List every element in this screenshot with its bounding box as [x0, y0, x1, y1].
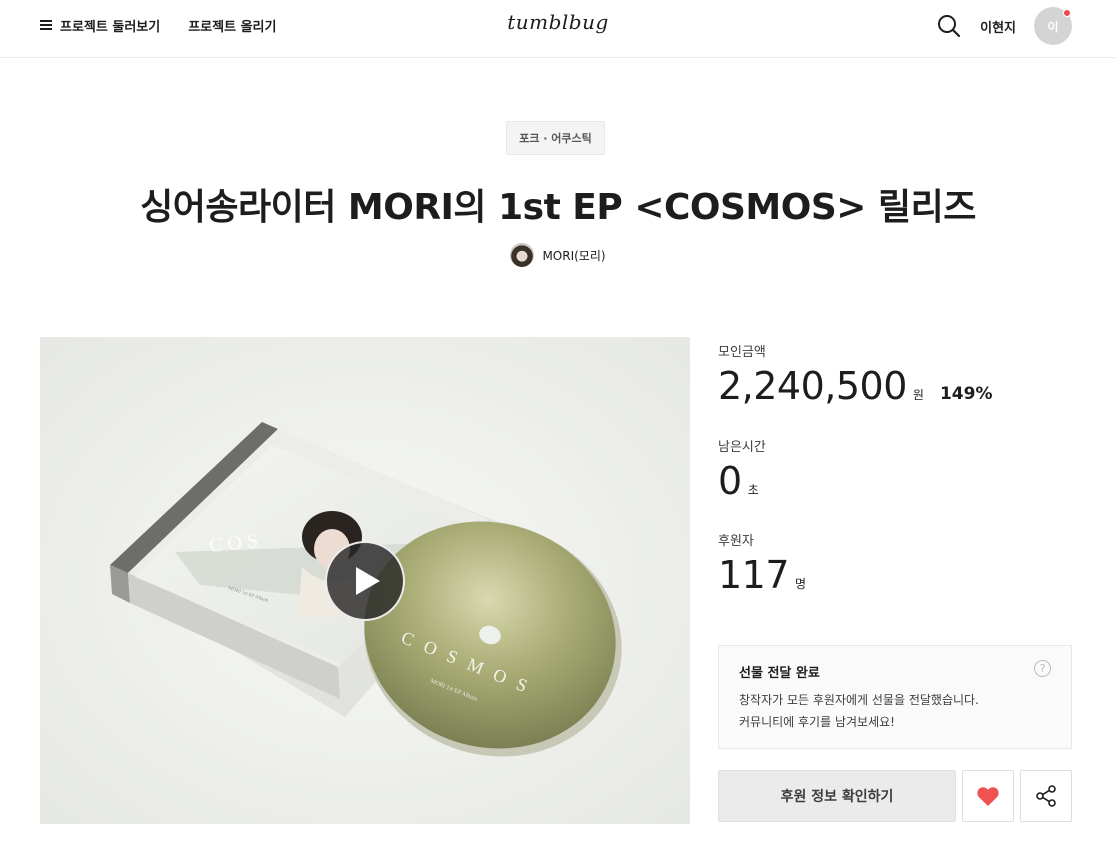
share-icon [1036, 785, 1056, 807]
header-nav-left: 프로젝트 둘러보기 프로젝트 올리기 [40, 0, 276, 50]
notice-line-1: 창작자가 모든 후원자에게 선물을 전달했습니다. [739, 693, 979, 707]
question-icon[interactable]: ? [1034, 660, 1051, 677]
hamburger-icon [40, 20, 52, 30]
browse-projects-menu[interactable]: 프로젝트 둘러보기 [40, 16, 160, 35]
creator-avatar [510, 243, 535, 267]
creator-link[interactable]: MORI(모리) [0, 243, 1116, 267]
view-pledge-info-button[interactable]: 후원 정보 확인하기 [718, 770, 956, 822]
backers-row: 117 명 [718, 553, 806, 597]
heart-icon [977, 787, 999, 806]
top-header: 프로젝트 둘러보기 프로젝트 올리기 tumblbug 이현지 이 [0, 0, 1116, 58]
time-remaining-label: 남은시간 [718, 440, 766, 455]
time-remaining-row: 0 초 [718, 459, 759, 503]
category-badge[interactable]: 포크 · 어쿠스틱 [506, 121, 605, 155]
search-icon[interactable] [936, 13, 962, 39]
play-button[interactable] [325, 541, 405, 621]
funded-label: 모인금액 [718, 345, 766, 360]
header-nav-right: 이현지 이 [936, 4, 1072, 48]
avatar-initial: 이 [1047, 19, 1059, 34]
notice-title: 선물 전달 완료 [739, 666, 820, 681]
creator-name: MORI(모리) [542, 248, 606, 263]
like-button[interactable] [962, 770, 1014, 822]
play-icon [356, 567, 380, 595]
delivery-notice: 선물 전달 완료 창작자가 모든 후원자에게 선물을 전달했습니다. 커뮤니티에… [718, 645, 1072, 749]
funded-unit: 원 [912, 388, 924, 402]
backers-label: 후원자 [718, 534, 754, 549]
share-button[interactable] [1020, 770, 1072, 822]
upload-project-label: 프로젝트 올리기 [188, 19, 277, 35]
user-name[interactable]: 이현지 [980, 17, 1016, 36]
notice-line-2: 커뮤니티에 후기를 남겨보세요! [739, 715, 895, 729]
backers-count: 117 [718, 553, 790, 597]
avatar[interactable]: 이 [1034, 7, 1072, 45]
time-remaining-unit: 초 [747, 483, 759, 497]
browse-projects-label: 프로젝트 둘러보기 [60, 19, 161, 35]
funded-percent: 149% [939, 384, 993, 404]
funded-amount-row: 2,240,500 원 149% [718, 364, 992, 408]
funded-amount: 2,240,500 [718, 364, 907, 408]
time-remaining-value: 0 [718, 459, 742, 503]
upload-project-link[interactable]: 프로젝트 올리기 [188, 16, 276, 35]
backers-unit: 명 [795, 577, 807, 591]
project-title: 싱어송라이터 MORI의 1st EP <COSMOS> 릴리즈 [140, 187, 976, 228]
notification-dot [1063, 9, 1071, 17]
tumblbug-logo[interactable]: tumblbug [507, 10, 609, 34]
